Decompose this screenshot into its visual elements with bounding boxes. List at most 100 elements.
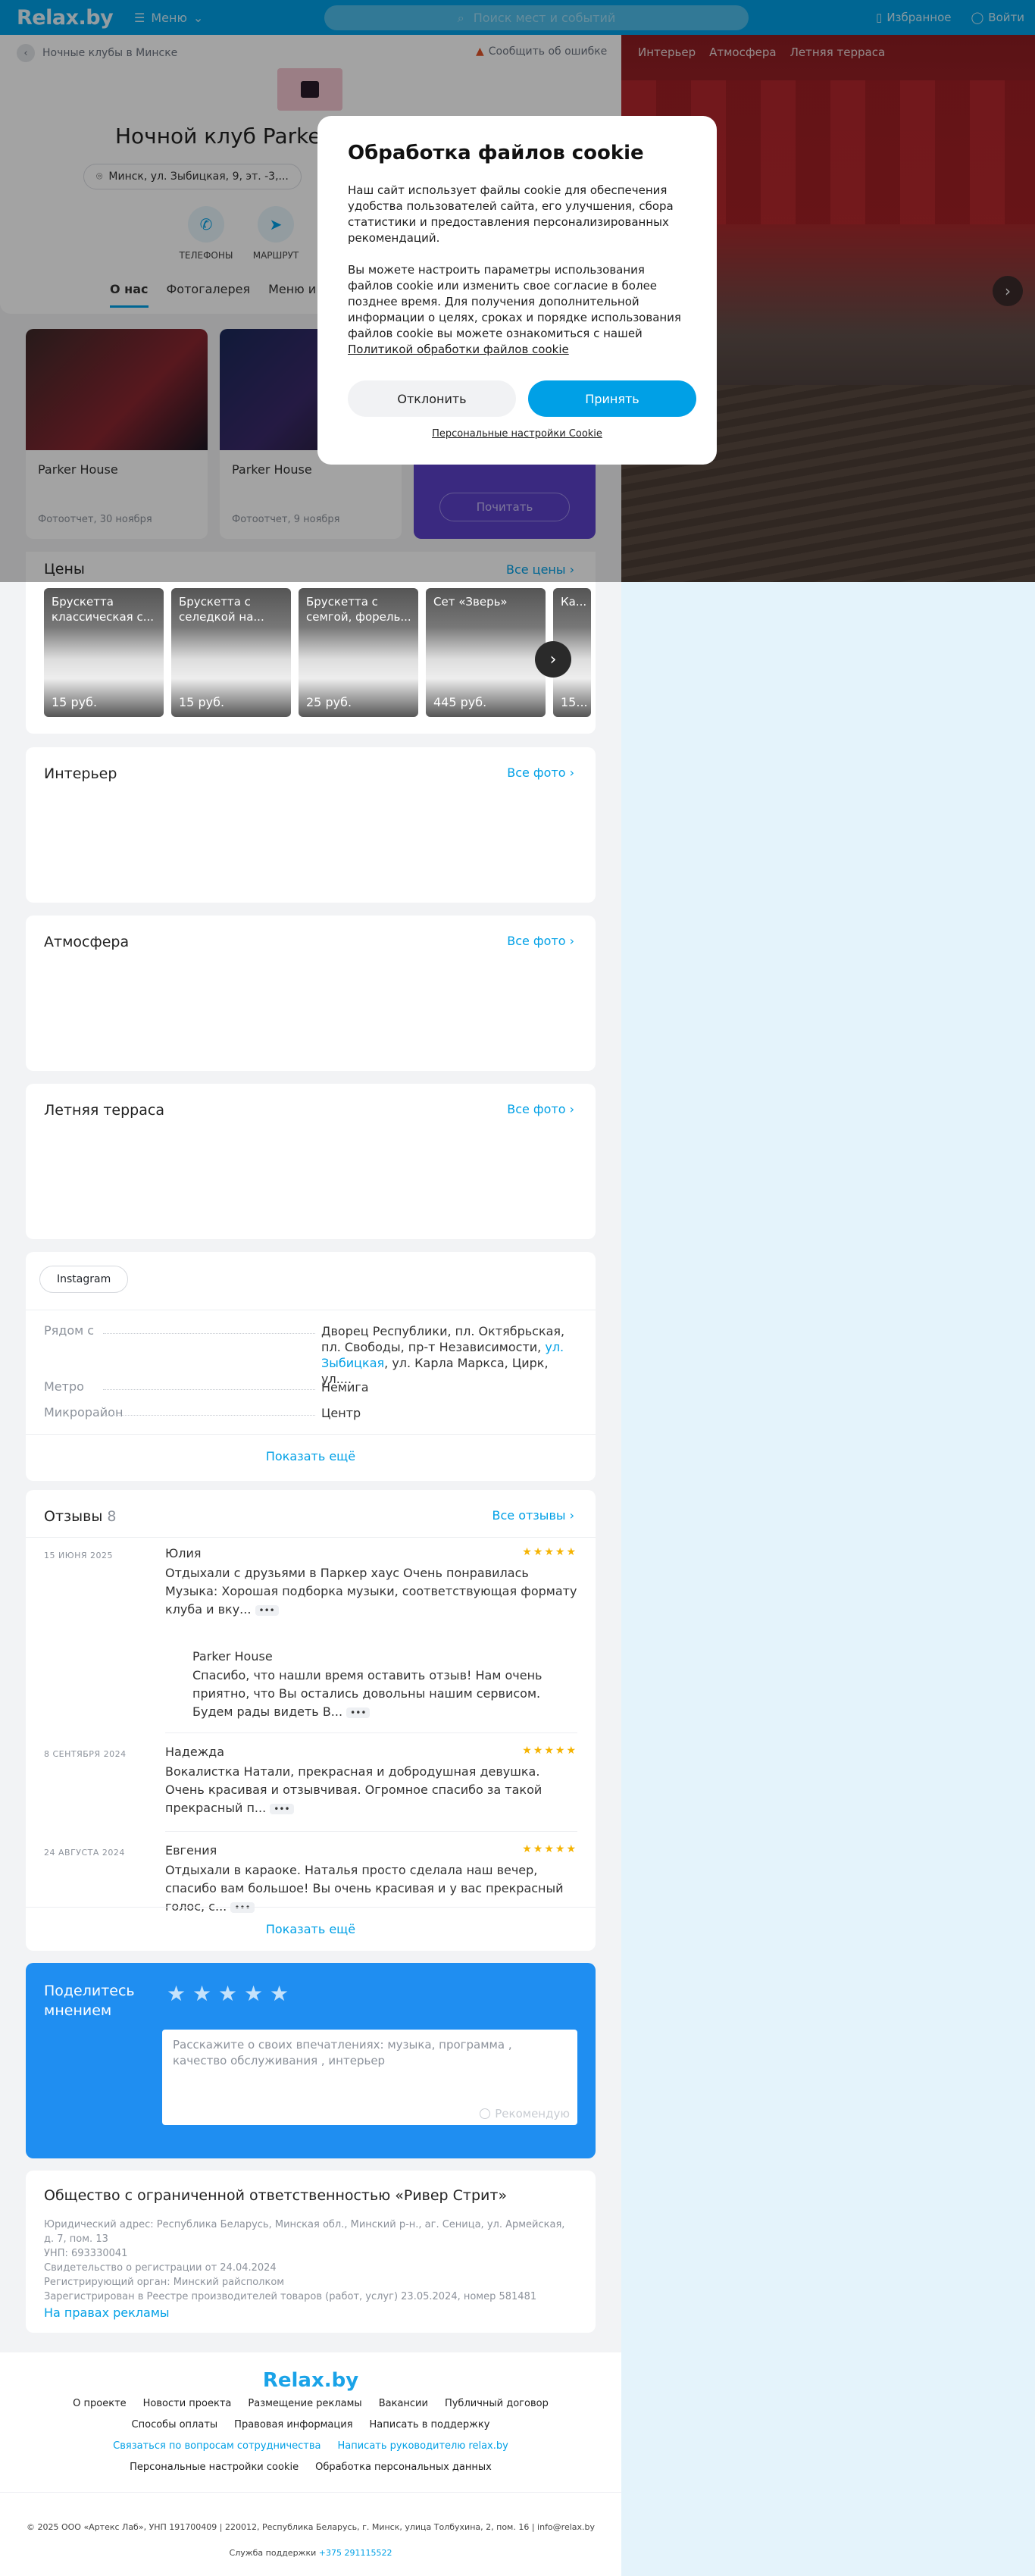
nearby-value: Дворец Республики, пл. Октябрьская, пл. … [321, 1323, 579, 1387]
divider [26, 1537, 596, 1538]
reply-author: Parker House [192, 1649, 273, 1664]
recommend-label: Рекомендую [495, 2107, 570, 2121]
reject-button[interactable]: Отклонить [348, 380, 516, 417]
section-title: Атмосфера [44, 934, 130, 950]
terrace-section: Летняя терраса Все фото › [26, 1084, 596, 1239]
chevron-right-icon: › [569, 934, 574, 948]
all-photos-link[interactable]: Все фото › [507, 934, 574, 948]
footer-link[interactable]: Написать руководителю relax.by [337, 2440, 508, 2452]
review-text-body: Вокалистка Натали, прекрасная и добродуш… [165, 1764, 543, 1815]
cookie-text-body: Наш сайт использует файлы cookie для обе… [348, 183, 681, 340]
review-date: 8 СЕНТЯБРЯ 2024 [44, 1749, 127, 1759]
review-text: Отдыхали с друзьями в Паркер хаус Очень … [165, 1564, 577, 1619]
nearby-text: Дворец Республики, пл. Октябрьская, пл. … [321, 1324, 565, 1354]
cookie-title: Обработка файлов cookie [348, 142, 644, 164]
footer-link[interactable]: Правовая информация [234, 2419, 352, 2430]
review-stars: ★★★★★ [522, 1745, 577, 1757]
section-title: Летняя терраса [44, 1102, 164, 1119]
all-reviews-label: Все отзывы [492, 1508, 566, 1523]
review-item: 15 ИЮНЯ 2025 Юлия ★★★★★ Отдыхали с друзь… [44, 1546, 577, 1743]
review-date: 24 АВГУСТА 2024 [44, 1848, 125, 1858]
all-photos-link[interactable]: Все фото › [507, 1102, 574, 1116]
info-section: Instagram Рядом с Дворец Республики, пл.… [26, 1252, 596, 1481]
org-line: Юридический адрес: Республика Беларусь, … [44, 2219, 565, 2245]
footer-link[interactable]: Размещение рекламы [248, 2398, 361, 2409]
section-title: Интерьер [44, 765, 117, 782]
price-item[interactable]: Брускетта с семгой, форель... 25 руб. [299, 588, 418, 717]
radio-icon [480, 2108, 491, 2119]
show-more-reviews-button[interactable]: Показать ещё [26, 1922, 596, 1936]
review-item: 8 СЕНТЯБРЯ 2024 Надежда ★★★★★ Вокалистка… [44, 1745, 577, 1828]
review-stars: ★★★★★ [522, 1843, 577, 1855]
expand-reply-button[interactable]: ••• [346, 1707, 371, 1718]
interior-section: Интерьер Все фото › [26, 747, 596, 903]
review-text: Отдыхали в караоке. Наталья просто сдела… [165, 1861, 577, 1916]
footer-link[interactable]: Написать в поддержку [370, 2419, 490, 2430]
expand-review-button[interactable]: ••• [270, 1804, 294, 1814]
price-item[interactable]: Брускетта с селедкой на... 15 руб. [171, 588, 291, 717]
price-item-price: 15 руб. [179, 695, 225, 709]
copyright: © 2025 ООО «Артекс Лаб», УНП 191700409 |… [26, 2522, 596, 2532]
footer-link[interactable]: Обработка персональных данных [315, 2462, 492, 2473]
metro-label: Метро [44, 1379, 84, 1394]
review-stars: ★★★★★ [522, 1546, 577, 1558]
prices-next-arrow-icon[interactable]: › [535, 641, 571, 678]
divider [165, 1732, 577, 1733]
district-label: Микрорайон [44, 1405, 124, 1419]
cookie-dialog: Обработка файлов cookie Наш сайт использ… [317, 116, 717, 465]
reviews-section: Отзывы 8 Все отзывы › 15 ИЮНЯ 2025 Юлия … [26, 1490, 596, 1951]
footer-link[interactable]: Связаться по вопросам сотрудничества [113, 2440, 321, 2452]
review-author: Евгения [165, 1843, 217, 1858]
show-more-info-button[interactable]: Показать ещё [26, 1449, 596, 1463]
price-item-name: Брускетта с семгой, форель... [306, 595, 411, 624]
price-item[interactable]: Сет «Зверь» 445 руб. [426, 588, 546, 717]
cookie-policy-link[interactable]: Политикой обработки файлов cookie [348, 343, 569, 356]
expand-review-button[interactable]: ••• [255, 1605, 279, 1616]
review-author: Юлия [165, 1546, 202, 1560]
all-reviews-link[interactable]: Все отзывы › [492, 1508, 574, 1523]
price-item-name: Брускетта классическая с... [52, 595, 155, 624]
divider [0, 2492, 621, 2493]
rating-stars[interactable]: ★ ★ ★ ★ ★ [167, 1981, 289, 2006]
dotted-leader [103, 1405, 315, 1416]
price-item-name: Ка... [561, 595, 587, 609]
reviews-title-text: Отзывы [44, 1508, 103, 1525]
support-label: Служба поддержки [229, 2548, 317, 2558]
reply-text: Спасибо, что нашли время оставить отзыв!… [192, 1667, 577, 1721]
footer-link[interactable]: Вакансии [379, 2398, 428, 2409]
nearby-label: Рядом с [44, 1323, 95, 1338]
footer-link[interactable]: Персональные настройки cookie [130, 2462, 299, 2473]
chevron-right-icon: › [569, 1102, 574, 1116]
recommend-checkbox[interactable]: Рекомендую [480, 2107, 570, 2121]
footer-logo[interactable]: Relax.by [0, 2369, 621, 2392]
cookie-settings-link[interactable]: Персональные настройки Cookie [317, 428, 717, 440]
chevron-right-icon: › [569, 765, 574, 780]
review-form-title: Поделитесь мнением [44, 1983, 135, 2019]
all-photos-label: Все фото [507, 934, 566, 948]
price-item-name: Сет «Зверь» [433, 595, 508, 609]
price-item[interactable]: Брускетта классическая с... 15 руб. [44, 588, 164, 717]
footer-link[interactable]: Способы оплаты [132, 2419, 218, 2430]
atmosphere-section: Атмосфера Все фото › [26, 916, 596, 1071]
support-line: Служба поддержки +375 291115522 [0, 2548, 621, 2558]
page-background-right [621, 582, 1035, 2576]
all-photos-label: Все фото [507, 765, 566, 780]
accept-button[interactable]: Принять [528, 380, 696, 417]
review-item: 24 АВГУСТА 2024 Евгения ★★★★★ Отдыхали в… [44, 1843, 577, 1914]
all-photos-link[interactable]: Все фото › [507, 765, 574, 780]
expand-review-button[interactable]: ••• [230, 1902, 255, 1913]
nearby-row: Рядом с Дворец Республики, пл. Октябрьск… [44, 1323, 579, 1387]
instagram-button[interactable]: Instagram [39, 1266, 129, 1293]
review-text-body: Отдыхали в караоке. Наталья просто сдела… [165, 1863, 564, 1914]
review-form: Поделитесь мнением ★ ★ ★ ★ ★ Расскажите … [26, 1963, 596, 2158]
footer: Relax.by О проекте Новости проекта Разме… [0, 2352, 621, 2576]
review-author: Надежда [165, 1745, 225, 1759]
footer-link[interactable]: О проекте [73, 2398, 127, 2409]
ad-disclaimer-link[interactable]: На правах рекламы [44, 2305, 577, 2320]
review-text: Вокалистка Натали, прекрасная и добродуш… [165, 1763, 577, 1817]
footer-link[interactable]: Новости проекта [143, 2398, 232, 2409]
metro-value: Немига [321, 1380, 369, 1394]
support-phone-link[interactable]: +375 291115522 [319, 2548, 392, 2558]
all-photos-label: Все фото [507, 1102, 566, 1116]
footer-link[interactable]: Публичный договор [445, 2398, 549, 2409]
